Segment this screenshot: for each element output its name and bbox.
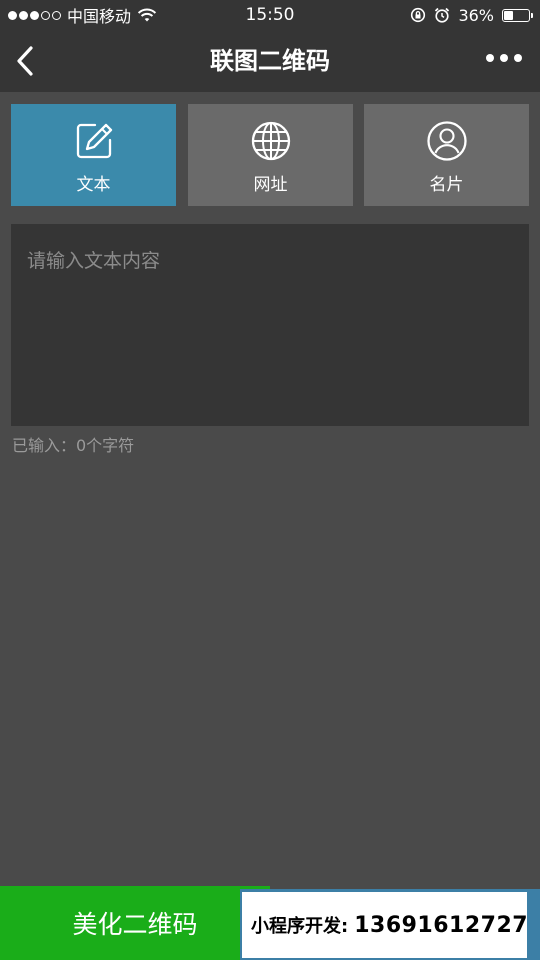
globe-icon <box>251 121 290 161</box>
edit-icon <box>76 123 112 159</box>
rotation-lock-icon <box>411 7 426 23</box>
app-screen: 中国移动 15:50 36% 联图二维码 文本 网址 名片 请输入文本内容 已输… <box>0 0 540 960</box>
tab-business-card-label: 名片 <box>429 175 464 195</box>
status-left: 中国移动 <box>0 3 157 27</box>
more-dot-icon <box>514 54 522 62</box>
navigation-bar: 联图二维码 <box>0 30 540 92</box>
promo-label: 小程序开发: <box>251 916 349 937</box>
battery-level-fill <box>504 10 513 20</box>
alarm-clock-icon <box>435 7 450 23</box>
wifi-icon <box>137 8 157 22</box>
back-button[interactable] <box>12 43 40 79</box>
more-dot-icon <box>500 54 508 62</box>
carrier-name: 中国移动 <box>67 7 132 26</box>
beautify-qr-button[interactable]: 美化二维码 <box>0 886 270 960</box>
tab-url-label: 网址 <box>253 175 288 195</box>
status-right: 36% <box>410 6 540 25</box>
more-menu-button[interactable] <box>486 54 522 62</box>
status-bar: 中国移动 15:50 36% <box>0 0 540 30</box>
battery-icon <box>502 8 533 22</box>
bottom-action-bar: 美化二维码 小程序开发: 13691612727 <box>0 886 540 960</box>
tab-text-label: 文本 <box>76 175 111 195</box>
qr-type-tabs: 文本 网址 名片 <box>11 104 529 206</box>
text-content-input[interactable] <box>11 224 529 426</box>
tab-business-card[interactable]: 名片 <box>364 104 529 206</box>
signal-strength-icon <box>8 10 61 20</box>
more-dot-icon <box>486 54 494 62</box>
tab-url[interactable]: 网址 <box>188 104 353 206</box>
promo-phone-number: 13691612727 <box>354 912 527 938</box>
promo-banner-frame: 小程序开发: 13691612727 <box>240 889 540 960</box>
tab-text[interactable]: 文本 <box>11 104 176 206</box>
battery-percent: 36% <box>458 5 494 25</box>
character-count: 已输入：0个字符 <box>12 436 135 455</box>
chevron-left-icon <box>17 46 33 76</box>
promo-banner: 小程序开发: 13691612727 <box>242 892 527 958</box>
page-title: 联图二维码 <box>210 47 330 75</box>
user-icon <box>426 121 467 161</box>
